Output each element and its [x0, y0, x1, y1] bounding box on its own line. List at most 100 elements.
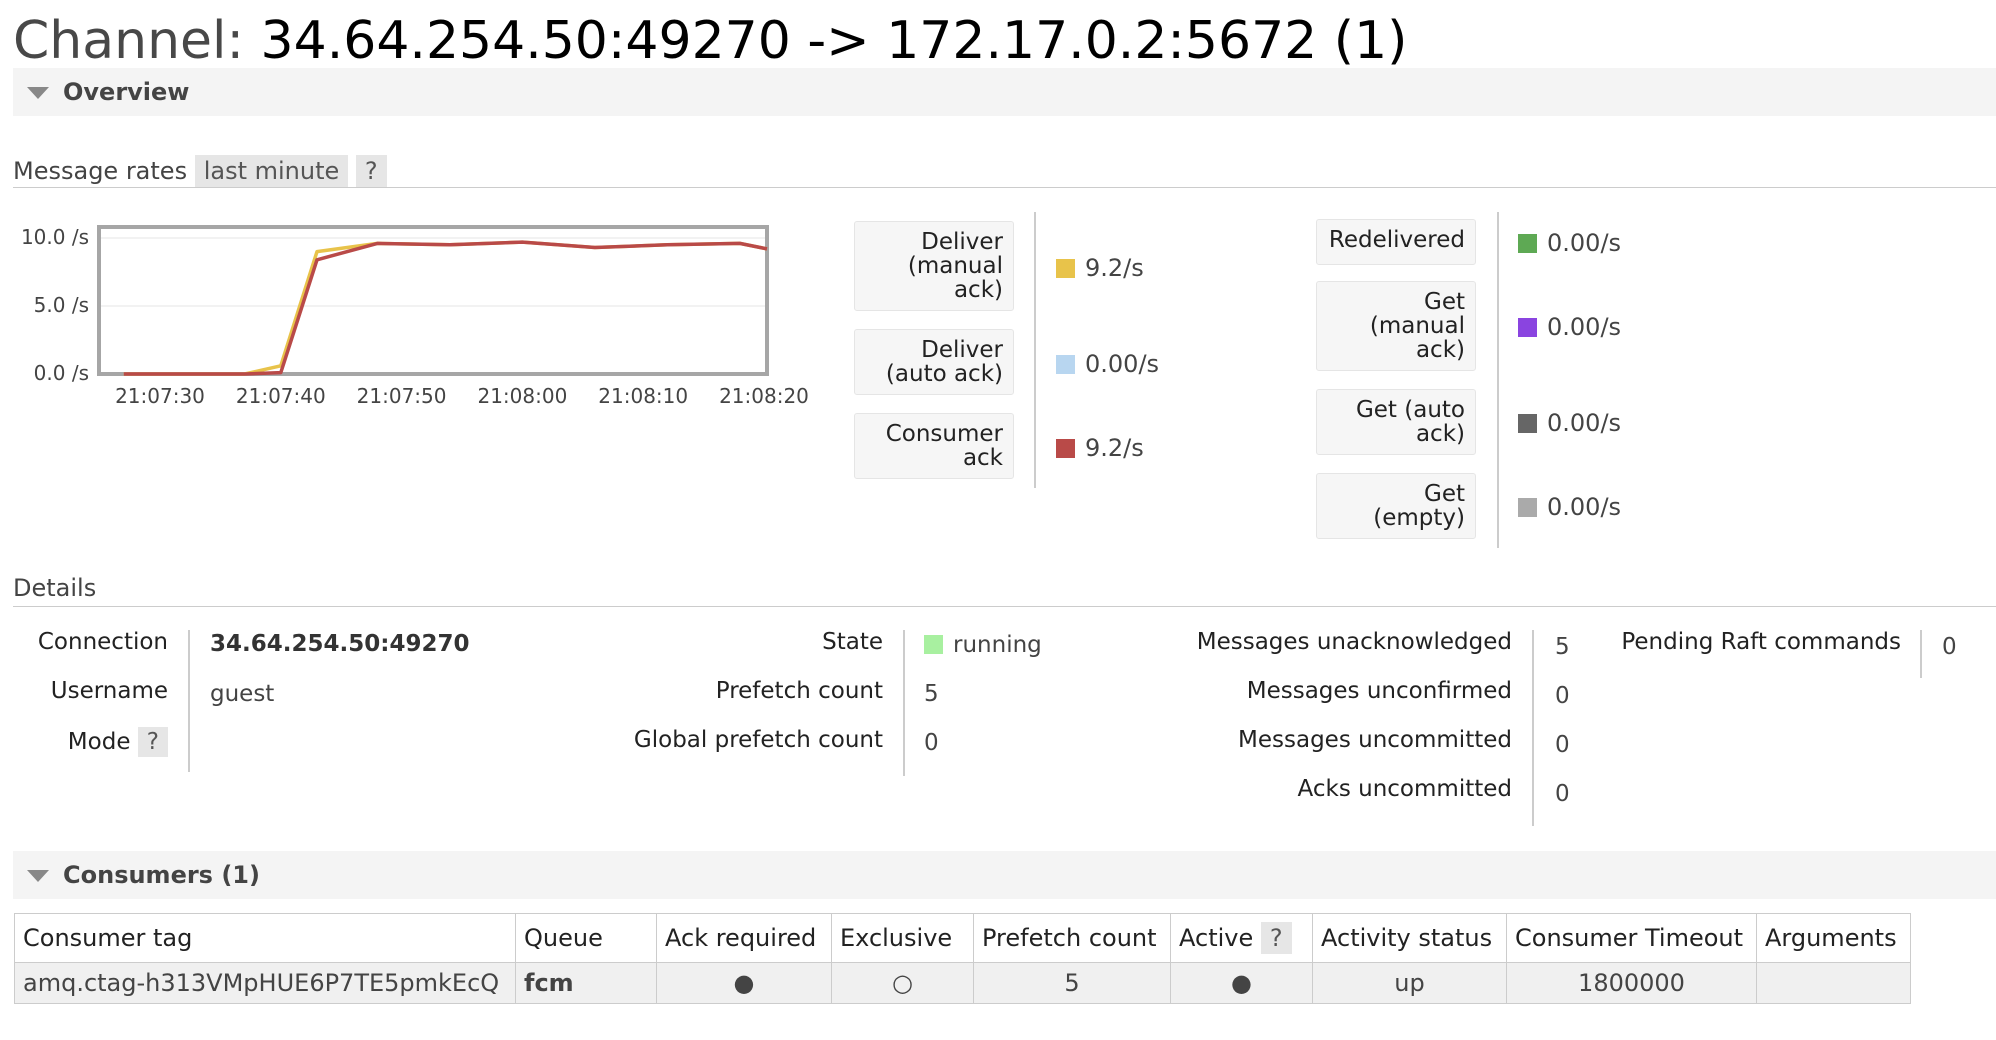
legend-divider-2 — [1497, 212, 1499, 548]
x-tick-label: 21:08:10 — [598, 384, 688, 408]
messages-unconfirmed-label: Messages unconfirmed — [1246, 678, 1512, 704]
page-title-label: Channel: — [13, 11, 245, 71]
series-line-1 — [123, 240, 768, 376]
y-tick-label: 0.0 /s — [34, 361, 89, 385]
x-tick-label: 21:08:20 — [719, 384, 809, 408]
details-header: Details — [13, 568, 1996, 607]
swatch-deliver-manual-ack — [1056, 259, 1075, 278]
messages-unacknowledged-label: Messages unacknowledged — [1196, 629, 1512, 655]
details-divider-1 — [188, 630, 190, 772]
x-tick-label: 21:08:00 — [477, 384, 567, 408]
overview-heading: Overview — [63, 78, 190, 106]
column-consumer-tag: Consumer tag — [14, 913, 516, 963]
x-tick-label: 21:07:30 — [115, 384, 205, 408]
queue-link[interactable]: fcm — [515, 962, 657, 1004]
collapse-triangle-icon — [27, 87, 49, 99]
swatch-consumer-ack — [1056, 439, 1075, 458]
acks-uncommitted-label: Acks uncommitted — [1297, 776, 1512, 802]
column-queue: Queue — [515, 913, 657, 963]
pending-raft-commands-label: Pending Raft commands — [1621, 629, 1901, 655]
consumers-heading: Consumers (1) — [63, 861, 260, 889]
legend-consumer-ack[interactable]: Consumer ack — [854, 413, 1014, 479]
swatch-redelivered — [1518, 234, 1537, 253]
username-label: Username — [50, 678, 168, 704]
rate-range-selector[interactable]: last minute — [194, 155, 349, 187]
activity-status-cell: up — [1312, 962, 1507, 1004]
prefetch-count-cell: 5 — [973, 962, 1171, 1004]
x-tick-label: 21:07:40 — [236, 384, 326, 408]
prefetch-count-label: Prefetch count — [715, 678, 883, 704]
ack-required-cell: ● — [656, 962, 832, 1004]
y-tick-label: 5.0 /s — [34, 293, 89, 317]
page-title: Channel: 34.64.254.50:49270 -> 172.17.0.… — [13, 6, 1407, 76]
chart-frame — [97, 225, 769, 376]
rate-get-empty: 0.00/s — [1518, 493, 1621, 521]
legend-get-auto-ack[interactable]: Get (auto ack) — [1316, 389, 1476, 455]
exclusive-cell: ○ — [831, 962, 974, 1004]
messages-uncommitted-value: 0 — [1555, 732, 1570, 758]
column-ack-required: Ack required — [656, 913, 832, 963]
legend-divider — [1034, 212, 1036, 488]
column-exclusive: Exclusive — [831, 913, 974, 963]
arguments-cell — [1756, 962, 1911, 1004]
rate-redelivered: 0.00/s — [1518, 229, 1621, 257]
global-prefetch-count-label: Global prefetch count — [633, 727, 883, 753]
rate-get-auto-ack: 0.00/s — [1518, 409, 1621, 437]
username-value: guest — [210, 681, 275, 707]
table-row: amq.ctag-h313VMpHUE6P7TE5pmkEcQ fcm ● ○ … — [14, 962, 1911, 1004]
consumer-timeout-cell: 1800000 — [1506, 962, 1757, 1004]
table-header-row: Consumer tag Queue Ack required Exclusiv… — [14, 913, 1911, 963]
help-button[interactable]: ? — [355, 155, 387, 187]
active-help-button[interactable]: ? — [1260, 922, 1292, 954]
column-prefetch-count: Prefetch count — [973, 913, 1171, 963]
state-value: running — [924, 632, 1042, 658]
swatch-get-manual-ack — [1518, 318, 1537, 337]
message-rates-chart: 10.0 /s 5.0 /s 0.0 /s 21:07:30 21:07:40 21:07… — [21, 225, 809, 408]
column-activity-status: Activity status — [1312, 913, 1507, 963]
pending-raft-commands-value: 0 — [1942, 634, 1957, 660]
consumers-table: Consumer tag Queue Ack required Exclusiv… — [14, 913, 1911, 1004]
details-heading: Details — [13, 574, 97, 602]
details-divider-4 — [1920, 630, 1922, 678]
active-cell: ● — [1170, 962, 1313, 1004]
swatch-get-empty — [1518, 498, 1537, 517]
swatch-get-auto-ack — [1518, 414, 1537, 433]
details-divider-2 — [903, 630, 905, 776]
rate-deliver-manual-ack: 9.2/s — [1056, 254, 1144, 282]
prefetch-count-value: 5 — [924, 681, 939, 707]
y-tick-label: 10.0 /s — [21, 225, 89, 249]
state-indicator-icon — [924, 635, 943, 654]
column-active: Active ? — [1170, 913, 1313, 963]
connection-label: Connection — [37, 629, 168, 655]
legend-deliver-auto-ack[interactable]: Deliver (auto ack) — [854, 329, 1014, 395]
messages-unconfirmed-value: 0 — [1555, 683, 1570, 709]
legend-get-manual-ack[interactable]: Get (manual ack) — [1316, 281, 1476, 371]
legend-deliver-manual-ack[interactable]: Deliver (manual ack) — [854, 221, 1014, 311]
collapse-triangle-icon — [27, 870, 49, 882]
page-title-value: 34.64.254.50:49270 -> 172.17.0.2:5672 (1… — [260, 11, 1408, 71]
state-label: State — [822, 629, 883, 655]
legend-redelivered[interactable]: Redelivered — [1316, 219, 1476, 265]
series-line-0 — [123, 240, 768, 376]
rate-deliver-auto-ack: 0.00/s — [1056, 350, 1159, 378]
column-arguments: Arguments — [1756, 913, 1911, 963]
legend-get-empty[interactable]: Get (empty) — [1316, 473, 1476, 539]
message-rates-header: Message rates last minute ? — [13, 149, 1996, 188]
swatch-deliver-auto-ack — [1056, 355, 1075, 374]
rate-get-manual-ack: 0.00/s — [1518, 313, 1621, 341]
global-prefetch-count-value: 0 — [924, 730, 939, 756]
column-consumer-timeout: Consumer Timeout — [1506, 913, 1757, 963]
consumers-section-toggle[interactable]: Consumers (1) — [13, 851, 1996, 899]
details-divider-3 — [1532, 630, 1534, 826]
acks-uncommitted-value: 0 — [1555, 781, 1570, 807]
message-rates-label: Message rates — [13, 157, 188, 185]
x-tick-label: 21:07:50 — [357, 384, 447, 408]
rate-consumer-ack: 9.2/s — [1056, 434, 1144, 462]
mode-label: Mode ? — [68, 727, 168, 757]
messages-uncommitted-label: Messages uncommitted — [1238, 727, 1512, 753]
overview-section-toggle[interactable]: Overview — [13, 68, 1996, 116]
messages-unacknowledged-value: 5 — [1555, 634, 1570, 660]
consumer-tag-cell: amq.ctag-h313VMpHUE6P7TE5pmkEcQ — [14, 962, 516, 1004]
connection-link[interactable]: 34.64.254.50:49270 — [210, 631, 469, 657]
mode-help-button[interactable]: ? — [137, 727, 168, 757]
